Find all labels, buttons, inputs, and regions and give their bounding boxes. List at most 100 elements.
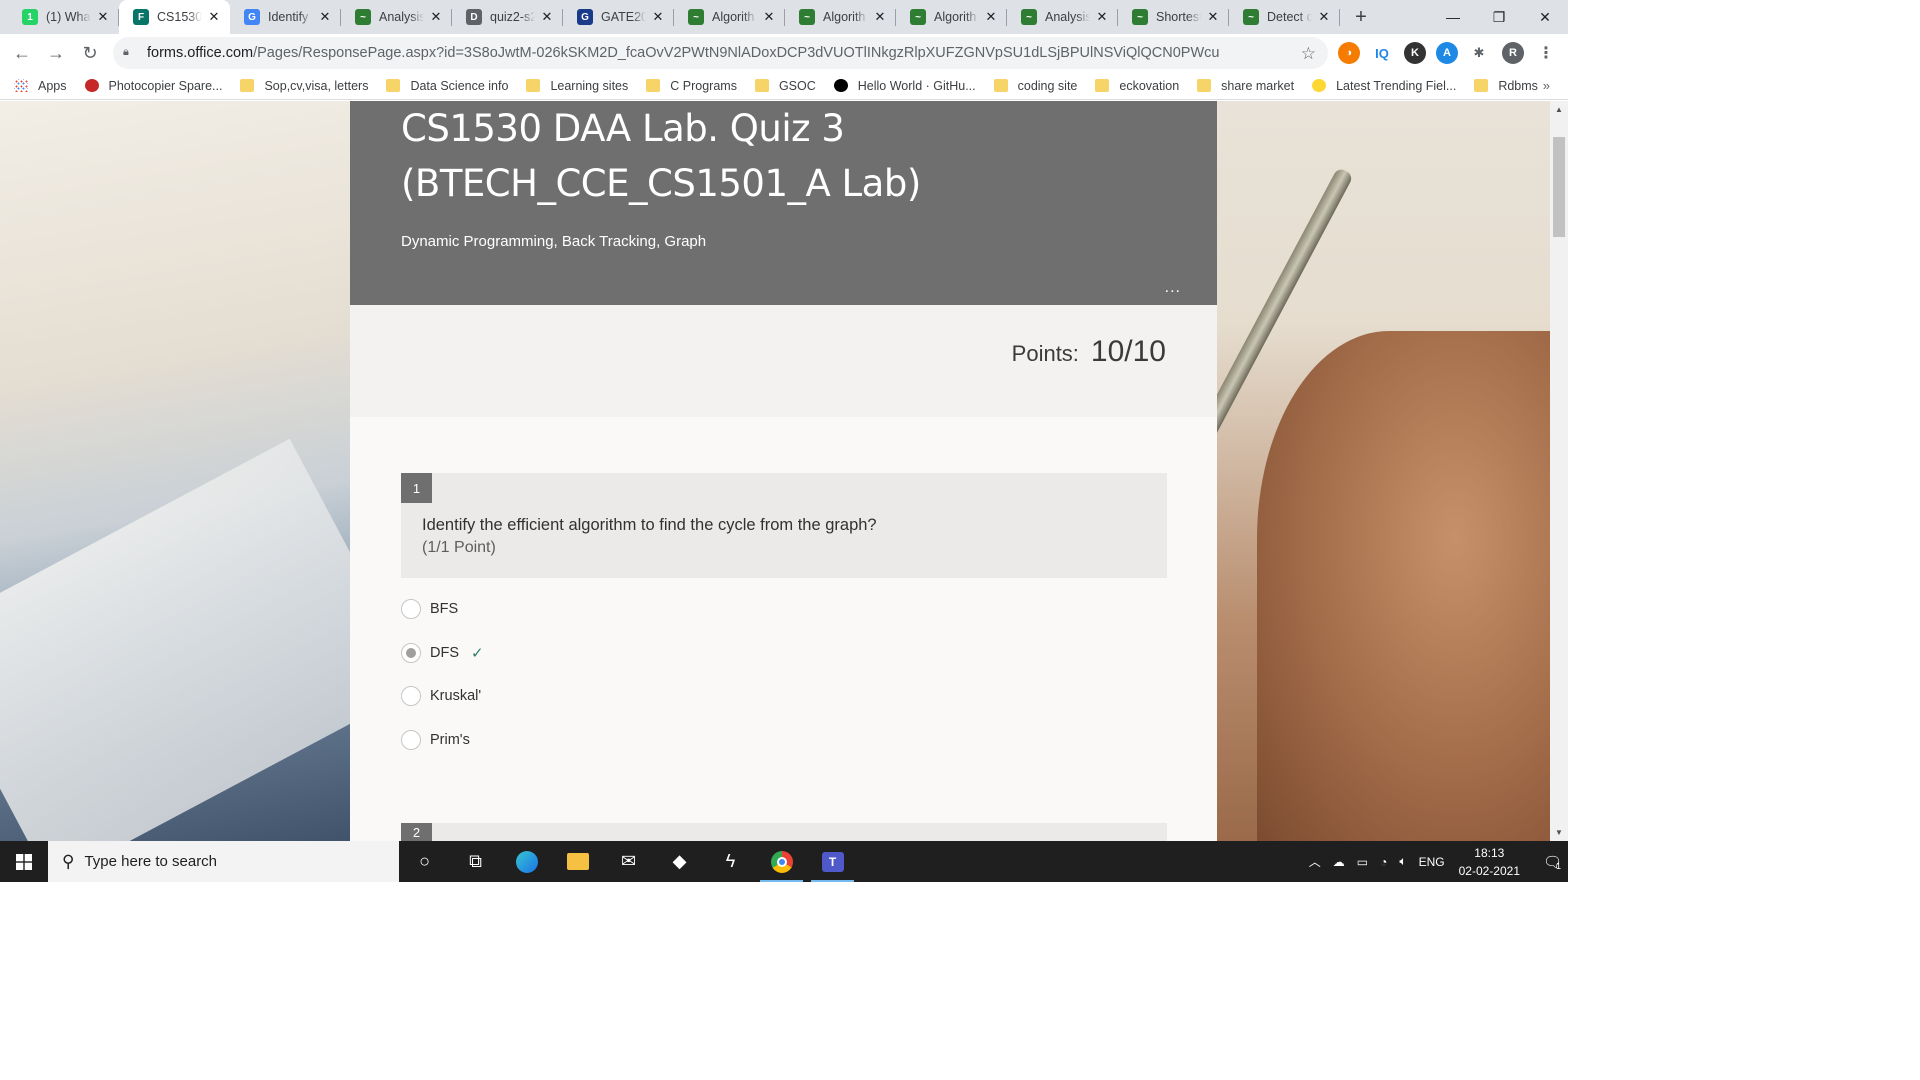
windows-taskbar: ⚲ Type here to search ○ ⧉ ✉ ◆ ϟ T ︿ ☁ ▭ … <box>0 841 1568 882</box>
forward-button[interactable]: → <box>40 37 72 69</box>
iq-icon[interactable]: IQ <box>1371 42 1393 64</box>
bookmark-item[interactable]: Learning sites <box>526 79 628 93</box>
browser-tab[interactable]: G Identify ✕ <box>230 0 341 34</box>
task-view-icon[interactable]: ⧉ <box>450 841 501 882</box>
browser-tab[interactable]: 1 (1) What ✕ <box>8 0 119 34</box>
volume-icon[interactable]: 🔈︎ <box>1399 854 1406 869</box>
form-header: CS1530 DAA Lab. Quiz 3 (BTECH_CCE_CS1501… <box>350 101 1217 305</box>
tab-label: Detect c <box>1267 10 1312 24</box>
browser-tab[interactable]: Dquiz2-s2 ✕ <box>452 0 563 34</box>
tab-close-icon[interactable]: ✕ <box>206 9 222 25</box>
wifi-icon[interactable]: ◔ <box>1380 855 1387 869</box>
tab-close-icon[interactable]: ✕ <box>428 9 444 25</box>
language-indicator[interactable]: ENG <box>1419 855 1445 869</box>
browser-tab[interactable]: F CS1530 ✕ <box>119 0 230 34</box>
tab-close-icon[interactable]: ✕ <box>872 9 888 25</box>
bookmark-item[interactable]: Latest Trending Fiel... <box>1312 79 1456 93</box>
page-scrollbar[interactable]: ▲ ▼ <box>1550 101 1568 841</box>
close-window-button[interactable]: ✕ <box>1522 0 1568 34</box>
browser-tab[interactable]: ~ Analysis ✕ <box>341 0 452 34</box>
tab-close-icon[interactable]: ✕ <box>1316 9 1332 25</box>
restore-button[interactable]: ❐ <box>1476 0 1522 34</box>
bookmark-item[interactable]: C Programs <box>646 79 737 93</box>
profile-avatar[interactable]: R <box>1502 42 1524 64</box>
battery-icon[interactable]: ▭ <box>1357 855 1368 869</box>
bookmark-item[interactable]: Apps <box>14 79 67 93</box>
radio-button[interactable] <box>401 730 421 750</box>
browser-tab[interactable]: ~ Shortest ✕ <box>1118 0 1229 34</box>
bookmarks-overflow-button[interactable]: » <box>1543 78 1550 93</box>
back-button[interactable]: ← <box>6 37 38 69</box>
extension-icon-1[interactable]: ◑ <box>1338 42 1360 64</box>
tab-close-icon[interactable]: ✕ <box>95 9 111 25</box>
answer-option[interactable]: Kruskal' <box>401 686 481 706</box>
extension-icon-4[interactable]: A <box>1436 42 1458 64</box>
tab-close-icon[interactable]: ✕ <box>650 9 666 25</box>
chrome-icon[interactable] <box>756 841 807 882</box>
browser-tab[interactable]: G GATE20 ✕ <box>563 0 674 34</box>
bookmark-label: Data Science info <box>410 78 509 93</box>
taskbar-search-input[interactable]: ⚲ Type here to search <box>48 841 399 882</box>
folder-icon <box>754 79 769 92</box>
clock[interactable]: 18:13 02-02-2021 <box>1459 844 1520 880</box>
notification-count: 1 <box>1556 860 1562 871</box>
minimize-button[interactable]: — <box>1430 0 1476 34</box>
cortana-icon[interactable]: ○ <box>399 841 450 882</box>
quiz-form: CS1530 DAA Lab. Quiz 3 (BTECH_CCE_CS1501… <box>350 101 1217 841</box>
notification-center-icon[interactable]: 🗨︎ 1 <box>1536 841 1568 882</box>
browser-menu-icon[interactable]: ⋮ <box>1535 42 1557 64</box>
address-bar[interactable]: 🔒︎ forms.office.com/Pages/ResponsePage.a… <box>113 37 1328 69</box>
radio-button[interactable] <box>401 599 421 619</box>
tab-close-icon[interactable]: ✕ <box>983 9 999 25</box>
browser-tab[interactable]: ~ Algorith ✕ <box>785 0 896 34</box>
page-content: CS1530 DAA Lab. Quiz 3 (BTECH_CCE_CS1501… <box>0 101 1550 841</box>
bookmark-item[interactable]: eckovation <box>1095 79 1179 93</box>
teams-icon[interactable]: T <box>807 841 858 882</box>
photocopier-icon <box>84 79 99 92</box>
tab-close-icon[interactable]: ✕ <box>539 9 555 25</box>
show-hidden-icons-icon[interactable]: ︿ <box>1309 853 1321 870</box>
tab-close-icon[interactable]: ✕ <box>317 9 333 25</box>
bookmark-item[interactable]: Hello World · GitHu... <box>833 79 976 93</box>
k-extension-icon[interactable]: K <box>1404 42 1426 64</box>
form-subtitle: Dynamic Programming, Back Tracking, Grap… <box>401 233 707 250</box>
bookmark-item[interactable]: GSOC <box>754 79 816 93</box>
app-icon[interactable]: ϟ <box>705 841 756 882</box>
more-options-button[interactable]: ... <box>1165 279 1181 297</box>
browser-tab[interactable]: ~ Algorith ✕ <box>896 0 1007 34</box>
tab-close-icon[interactable]: ✕ <box>761 9 777 25</box>
folder-icon <box>240 79 255 92</box>
puzzle-extensions-icon[interactable]: ✱ <box>1468 42 1490 64</box>
background-image-right <box>1169 101 1550 841</box>
bookmark-item[interactable]: Sop,cv,visa, letters <box>240 79 368 93</box>
onedrive-icon[interactable]: ☁ <box>1333 855 1345 869</box>
reload-button[interactable]: ↻ <box>74 37 106 69</box>
bookmark-item[interactable]: Photocopier Spare... <box>84 79 222 93</box>
apps-grid-icon <box>14 79 28 92</box>
scroll-thumb[interactable] <box>1553 137 1565 237</box>
browser-tab[interactable]: ~ Algorith ✕ <box>674 0 785 34</box>
mail-icon[interactable]: ✉ <box>603 841 654 882</box>
answer-option[interactable]: BFS <box>401 599 458 619</box>
radio-button[interactable] <box>401 686 421 706</box>
answer-option[interactable]: DFS ✓ <box>401 643 484 663</box>
edge-icon[interactable] <box>501 841 552 882</box>
bookmark-item[interactable]: coding site <box>993 79 1077 93</box>
radio-button[interactable] <box>401 643 421 663</box>
tab-label: quiz2-s2 <box>490 10 535 24</box>
file-explorer-icon[interactable] <box>552 841 603 882</box>
bookmark-star-icon[interactable]: ☆ <box>1301 44 1316 64</box>
tab-close-icon[interactable]: ✕ <box>1205 9 1221 25</box>
start-button[interactable] <box>0 841 48 882</box>
bookmark-item[interactable]: share market <box>1197 79 1294 93</box>
bookmark-item[interactable]: Data Science info <box>386 79 508 93</box>
scroll-up-arrow[interactable]: ▲ <box>1550 101 1568 118</box>
browser-tab[interactable]: ~ Analysis ✕ <box>1007 0 1118 34</box>
new-tab-button[interactable]: + <box>1344 0 1378 34</box>
tab-close-icon[interactable]: ✕ <box>1094 9 1110 25</box>
dropbox-icon[interactable]: ◆ <box>654 841 705 882</box>
bookmark-item[interactable]: Rdbms <box>1474 79 1538 93</box>
answer-option[interactable]: Prim's <box>401 730 470 750</box>
browser-tab[interactable]: ~ Detect c ✕ <box>1229 0 1340 34</box>
scroll-down-arrow[interactable]: ▼ <box>1550 824 1568 841</box>
